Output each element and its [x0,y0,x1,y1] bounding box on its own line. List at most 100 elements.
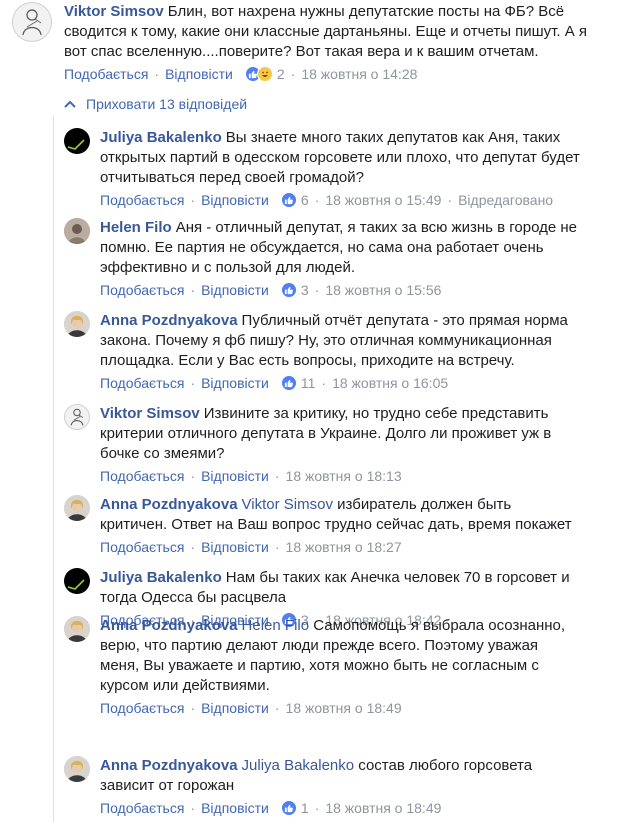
avatar[interactable] [64,404,90,430]
reply-button[interactable]: Відповісти [201,539,269,555]
like-icon [280,192,297,208]
avatar[interactable] [64,311,90,337]
avatar-drawing-icon [22,9,42,36]
reply-comment: Anna Pozdnyakova Helen Filo Самопомощь я … [64,616,580,718]
avatar[interactable] [64,128,90,154]
comment: Viktor Simsov Блин, вот нахрена нужны деп… [12,2,612,84]
comment-actions: Подобається · Відповісти 2 · 18 жовтня о… [64,64,612,84]
reply-comment: Viktor Simsov Извините за критику, но тру… [64,404,580,486]
like-button[interactable]: Подобається [100,192,184,208]
avatar[interactable] [64,218,90,244]
comment-text: Anna Pozdnyakova Публичный отчёт депутата… [100,311,580,371]
comment-time[interactable]: 18 жовтня о 18:49 [286,700,402,716]
reply-comment: Juliya Bakalenko Вы знаете много таких де… [64,128,580,210]
reply-button[interactable]: Відповісти [201,375,269,391]
separator: · [190,800,196,816]
separator: · [154,66,160,82]
comment-text: Anna Pozdnyakova Juliya Bakalenko состав … [100,756,580,796]
comment-text: Anna Pozdnyakova Helen Filo Самопомощь я … [100,616,580,696]
comment-body: Anna Pozdnyakova Helen Filo Самопомощь я … [100,616,580,718]
separator: · [314,192,320,208]
like-button[interactable]: Подобається [100,282,184,298]
avatar[interactable] [64,616,90,642]
comment-body: Juliya Bakalenko Вы знаете много таких де… [100,128,580,210]
reply-button[interactable]: Відповісти [201,192,269,208]
comment-author[interactable]: Juliya Bakalenko [100,569,222,586]
avatar[interactable] [64,756,90,782]
comment-time[interactable]: 18 жовтня о 15:49 [325,192,441,208]
edited-label[interactable]: Відредаговано [458,192,553,208]
reply-button[interactable]: Відповісти [201,700,269,716]
avatar[interactable] [64,568,90,594]
reply-button[interactable]: Відповісти [165,66,233,82]
comment-text: Viktor Simsov Извините за критику, но тру… [100,404,580,464]
comment-author[interactable]: Helen Filo [100,219,172,236]
comment-actions: Подобається · Відповісти · 18 жовтня о 18:27 [100,537,580,557]
comment-actions: Подобається · Відповісти · 18 жовтня о 18:49 [100,698,580,718]
reactions[interactable]: 3 [280,282,309,298]
comment-text: Juliya Bakalenko Вы знаете много таких де… [100,128,580,188]
comment-actions: Подобається · Відповісти · 18 жовтня о 18:13 [100,466,580,486]
separator: · [190,375,196,391]
reply-button[interactable]: Відповісти [201,468,269,484]
reactions[interactable]: 6 [280,192,309,208]
comment-body: Viktor Simsov Извините за критику, но тру… [100,404,580,486]
comment-actions: Подобається · Відповісти 3 · 18 жовтня о 15:5… [100,280,580,300]
like-icon [280,800,297,816]
separator: · [314,282,320,298]
comment-time[interactable]: 18 жовтня о 16:05 [332,375,448,391]
reply-comment: Anna Pozdnyakova Juliya Bakalenko состав … [64,756,580,818]
reaction-count: 3 [300,282,309,298]
separator: · [190,282,196,298]
comment-body: Helen Filo Аня - отличный депутат, я таки… [100,218,580,300]
comment-author[interactable]: Viktor Simsov [100,405,200,422]
mention-link[interactable]: Juliya Bakalenko [242,757,355,774]
comment-actions: Подобається · Відповісти 11 · 18 жовтня о 16:… [100,373,580,393]
reply-comment: Anna Pozdnyakova Viktor Simsov избиратель… [64,495,580,557]
mention-link[interactable]: Helen Filo [242,617,310,634]
separator: · [190,700,196,716]
comment-time[interactable]: 18 жовтня о 18:27 [286,539,402,555]
comment-actions: Подобається · Відповісти 6 · 18 жовтня о 15:4… [100,190,580,210]
comment-author[interactable]: Viktor Simsov [64,3,164,20]
like-button[interactable]: Подобається [100,700,184,716]
like-button[interactable]: Подобається [100,800,184,816]
comment-body: Anna Pozdnyakova Juliya Bakalenko состав … [100,756,580,818]
hide-replies-label: Приховати 13 відповідей [86,96,248,112]
comment-author[interactable]: Anna Pozdnyakova [100,757,238,774]
separator: · [274,700,280,716]
like-button[interactable]: Подобається [100,539,184,555]
comment-author[interactable]: Juliya Bakalenko [100,129,222,146]
reply-button[interactable]: Відповісти [201,282,269,298]
reply-comment: Anna Pozdnyakova Публичный отчёт депутата… [64,311,580,393]
comment-time[interactable]: 18 жовтня о 18:13 [286,468,402,484]
comment-time[interactable]: 18 жовтня о 14:28 [301,66,417,82]
avatar[interactable] [12,2,52,42]
haha-icon [256,66,273,82]
comment-text: Juliya Bakalenko Нам бы таких как Анечка … [100,568,580,608]
reactions[interactable]: 11 [280,375,315,391]
comment-author[interactable]: Anna Pozdnyakova [100,617,238,634]
hide-replies-button[interactable]: Приховати 13 відповідей [64,94,247,114]
comment-thread: Viktor Simsov Блин, вот нахрена нужны деп… [0,0,626,822]
reaction-count: 1 [300,800,309,816]
chevron-up-icon [64,100,76,108]
reactions[interactable]: 1 [280,800,309,816]
comment-body: Anna Pozdnyakova Публичный отчёт депутата… [100,311,580,393]
reply-comment: Helen Filo Аня - отличный депутат, я таки… [64,218,580,300]
comment-time[interactable]: 18 жовтня о 18:49 [325,800,441,816]
like-button[interactable]: Подобається [100,375,184,391]
like-button[interactable]: Подобається [100,468,184,484]
reactions[interactable]: 2 [244,66,285,82]
comment-author[interactable]: Anna Pozdnyakova [100,496,238,513]
comment-time[interactable]: 18 жовтня о 15:56 [325,282,441,298]
mention-link[interactable]: Viktor Simsov [242,496,333,513]
separator: · [314,800,320,816]
like-button[interactable]: Подобається [64,66,148,82]
comment-author[interactable]: Anna Pozdnyakova [100,312,238,329]
avatar[interactable] [64,495,90,521]
separator: · [321,375,327,391]
separator: · [190,539,196,555]
separator: · [274,468,280,484]
reply-button[interactable]: Відповісти [201,800,269,816]
